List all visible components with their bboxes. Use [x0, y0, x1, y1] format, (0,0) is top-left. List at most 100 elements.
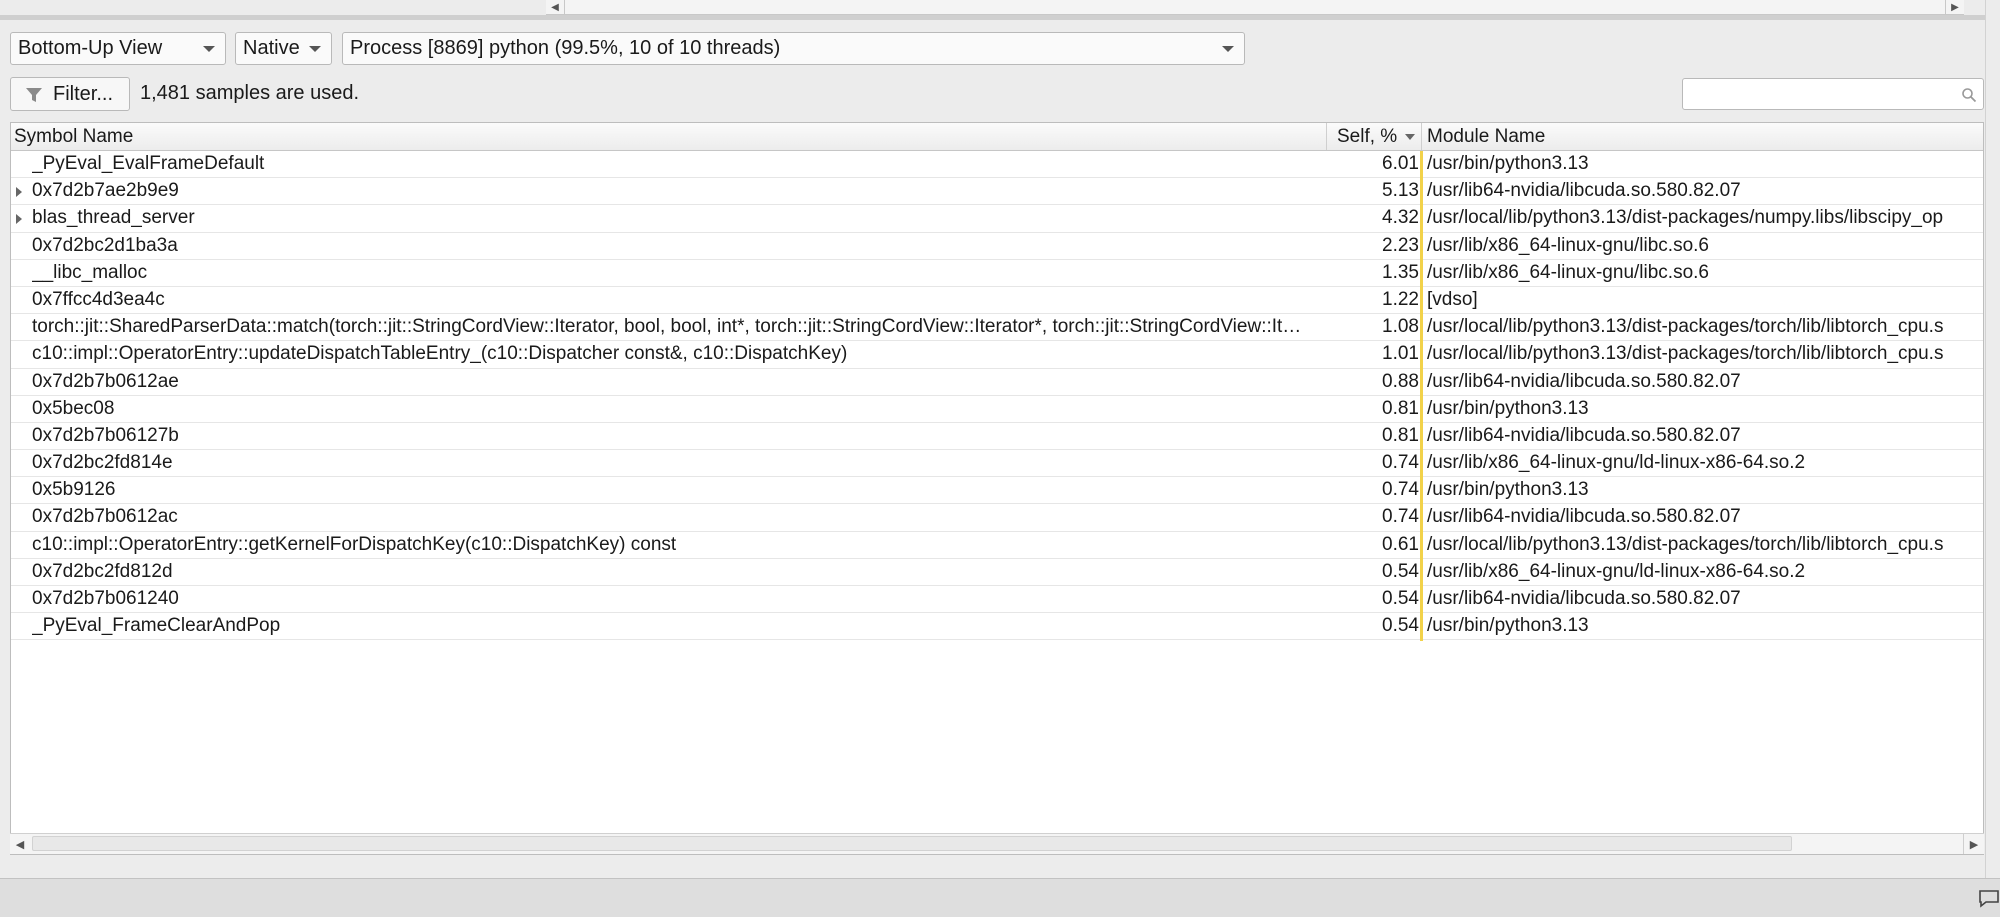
bottom-up-table[interactable]: Symbol Name Self, % Module Name _PyEval_… — [10, 122, 1984, 855]
scroll-right-arrow-icon[interactable]: ▶ — [1945, 0, 1964, 14]
table-row[interactable]: 0x7d2b7b0612ac 0.74/usr/lib64-nvidia/libc… — [11, 504, 1983, 532]
table-row[interactable]: c10::impl::OperatorEntry::getKernelForDi… — [11, 532, 1983, 559]
table-row[interactable]: 0x7d2bc2d1ba3a 2.23/usr/lib/x86_64-linux-… — [11, 233, 1983, 260]
expand-arrow-icon[interactable] — [16, 187, 22, 198]
self-percent-cell: 0.81 — [1382, 424, 1419, 446]
table-row[interactable]: _PyEval_EvalFrameDefault 6.01/usr/bin/pyt… — [11, 151, 1983, 179]
self-percent-cell: 1.01 — [1382, 343, 1419, 365]
chevron-down-icon — [309, 46, 321, 52]
symbol-cell: c10::impl::OperatorEntry::getKernelForDi… — [32, 533, 677, 555]
module-cell: /usr/local/lib/python3.13/dist-packages/… — [1427, 207, 1944, 229]
module-cell: /usr/lib/x86_64-linux-gnu/ld-linux-x86-6… — [1427, 560, 1806, 582]
chevron-down-icon — [203, 46, 215, 52]
status-bar — [0, 878, 2000, 917]
view-select[interactable]: Bottom-Up View — [10, 32, 226, 65]
self-percent-cell: 6.01 — [1382, 153, 1419, 174]
symbol-cell: 0x5b9126 — [32, 479, 116, 501]
table-row[interactable]: 0x7d2bc2fd812d 0.54/usr/lib/x86_64-linux-… — [11, 559, 1983, 586]
column-header-module[interactable]: Module Name — [1422, 123, 1983, 150]
right-panel-edge — [1985, 0, 2000, 880]
filter-button-label: Filter... — [53, 83, 114, 105]
symbol-cell: 0x7d2b7b061240 — [32, 588, 179, 609]
scroll-left-arrow-icon[interactable]: ◀ — [10, 834, 30, 854]
self-percent-cell: 0.54 — [1382, 560, 1419, 582]
module-cell: /usr/bin/python3.13 — [1427, 397, 1589, 419]
module-cell: [vdso] — [1427, 288, 1478, 310]
module-cell: /usr/lib/x86_64-linux-gnu/libc.so.6 — [1427, 234, 1709, 256]
scrollbar-thumb[interactable] — [32, 836, 1792, 851]
symbol-cell: blas_thread_server — [32, 207, 195, 229]
symbol-cell: torch::jit::SharedParserData::match(torc… — [32, 316, 1302, 338]
self-percent-cell: 1.08 — [1382, 316, 1419, 338]
chat-bubble-icon[interactable] — [1978, 889, 2000, 909]
self-percent-cell: 4.32 — [1382, 207, 1419, 229]
table-body: _PyEval_EvalFrameDefault 6.01/usr/bin/pyt… — [11, 151, 1983, 641]
table-row[interactable]: 0x7ffcc4d3ea4c 1.22 [vdso] — [11, 287, 1983, 315]
module-cell: /usr/lib64-nvidia/libcuda.so.580.82.07 — [1427, 370, 1741, 392]
expand-arrow-icon[interactable] — [16, 214, 22, 225]
self-percent-cell: 0.54 — [1382, 588, 1419, 609]
column-header-self[interactable]: Self, % — [1327, 123, 1422, 150]
self-percent-cell: 1.35 — [1382, 261, 1419, 283]
table-row[interactable]: c10::impl::OperatorEntry::updateDispatch… — [11, 341, 1983, 369]
symbol-cell: 0x7d2bc2fd814e — [32, 452, 173, 474]
mode-select-value: Native — [243, 37, 300, 59]
table-row[interactable]: _PyEval_FrameClearAndPop 0.54/usr/bin/pyt… — [11, 613, 1983, 641]
module-cell: /usr/lib64-nvidia/libcuda.so.580.82.07 — [1427, 506, 1741, 528]
process-select[interactable]: Process [8869] python (99.5%, 10 of 10 t… — [342, 32, 1245, 65]
self-percent-cell: 0.74 — [1382, 506, 1419, 528]
scroll-right-arrow-icon[interactable]: ▶ — [1963, 834, 1984, 854]
symbol-cell: c10::impl::OperatorEntry::updateDispatch… — [32, 343, 848, 365]
module-cell: /usr/lib64-nvidia/libcuda.so.580.82.07 — [1427, 424, 1741, 446]
table-row[interactable]: 0x7d2b7b06127b 0.81/usr/lib64-nvidia/libc… — [11, 423, 1983, 451]
table-row[interactable]: __libc_malloc 1.35/usr/lib/x86_64-linux-g… — [11, 260, 1983, 287]
module-cell: /usr/local/lib/python3.13/dist-packages/… — [1427, 533, 1944, 555]
self-percent-cell: 1.22 — [1382, 288, 1419, 310]
symbol-cell: 0x7d2b7b0612ae — [32, 370, 179, 392]
table-row[interactable]: 0x7d2bc2fd814e 0.74/usr/lib/x86_64-linux-… — [11, 450, 1983, 478]
table-row[interactable]: 0x7d2b7ae2b9e9 5.13/usr/lib64-nvidia/libc… — [11, 178, 1983, 206]
table-row[interactable]: 0x7d2b7b061240 0.54/usr/lib64-nvidia/libc… — [11, 586, 1983, 614]
symbol-cell: 0x7d2b7ae2b9e9 — [32, 180, 179, 202]
scroll-left-arrow-icon[interactable]: ◀ — [546, 0, 565, 14]
table-row[interactable]: 0x5b9126 0.74/usr/bin/python3.13 — [11, 477, 1983, 505]
sort-descending-icon — [1405, 134, 1415, 140]
self-percent-cell: 0.81 — [1382, 397, 1419, 419]
symbol-cell: 0x7d2bc2d1ba3a — [32, 234, 178, 256]
self-percent-cell: 0.54 — [1382, 615, 1419, 637]
symbol-cell: 0x7d2b7b06127b — [32, 424, 179, 446]
filter-button[interactable]: Filter... — [10, 77, 130, 111]
mode-select[interactable]: Native — [235, 32, 332, 65]
table-horizontal-scrollbar[interactable]: ◀ ▶ — [10, 833, 1984, 854]
funnel-icon — [26, 88, 42, 102]
table-row[interactable]: blas_thread_server 4.32/usr/local/lib/pyt… — [11, 205, 1983, 233]
module-cell: /usr/lib/x86_64-linux-gnu/ld-linux-x86-6… — [1427, 452, 1806, 474]
module-cell: /usr/bin/python3.13 — [1427, 479, 1589, 501]
table-row[interactable]: torch::jit::SharedParserData::match(torc… — [11, 314, 1983, 342]
table-header: Symbol Name Self, % Module Name — [11, 123, 1983, 151]
module-cell: /usr/bin/python3.13 — [1427, 615, 1589, 637]
module-cell: /usr/local/lib/python3.13/dist-packages/… — [1427, 316, 1944, 338]
search-icon — [1962, 88, 1977, 103]
self-percent-cell: 0.61 — [1382, 533, 1419, 555]
table-row[interactable]: 0x5bec08 0.81/usr/bin/python3.13 — [11, 396, 1983, 423]
column-header-self-label: Self, % — [1337, 126, 1398, 147]
symbol-cell: _PyEval_EvalFrameDefault — [32, 153, 265, 174]
symbol-cell: 0x5bec08 — [32, 397, 115, 419]
view-select-value: Bottom-Up View — [18, 37, 163, 59]
self-percent-cell: 0.74 — [1382, 479, 1419, 501]
samples-status-text: 1,481 samples are used. — [140, 82, 360, 104]
self-percent-cell: 5.13 — [1382, 180, 1419, 202]
column-header-symbol[interactable]: Symbol Name — [11, 123, 1327, 150]
table-row[interactable]: 0x7d2b7b0612ae 0.88/usr/lib64-nvidia/libc… — [11, 369, 1983, 396]
chevron-down-icon — [1222, 46, 1234, 52]
symbol-cell: 0x7ffcc4d3ea4c — [32, 288, 165, 310]
module-cell: /usr/local/lib/python3.13/dist-packages/… — [1427, 343, 1944, 365]
search-input[interactable] — [1682, 78, 1984, 110]
top-horizontal-scrollbar[interactable]: ◀ ▶ — [546, 0, 1964, 15]
self-percent-cell: 0.88 — [1382, 370, 1419, 392]
module-cell: /usr/bin/python3.13 — [1427, 153, 1589, 174]
splitter-handle[interactable] — [0, 15, 1985, 20]
self-percent-cell: 0.74 — [1382, 452, 1419, 474]
self-column-highlight — [1420, 151, 1423, 641]
